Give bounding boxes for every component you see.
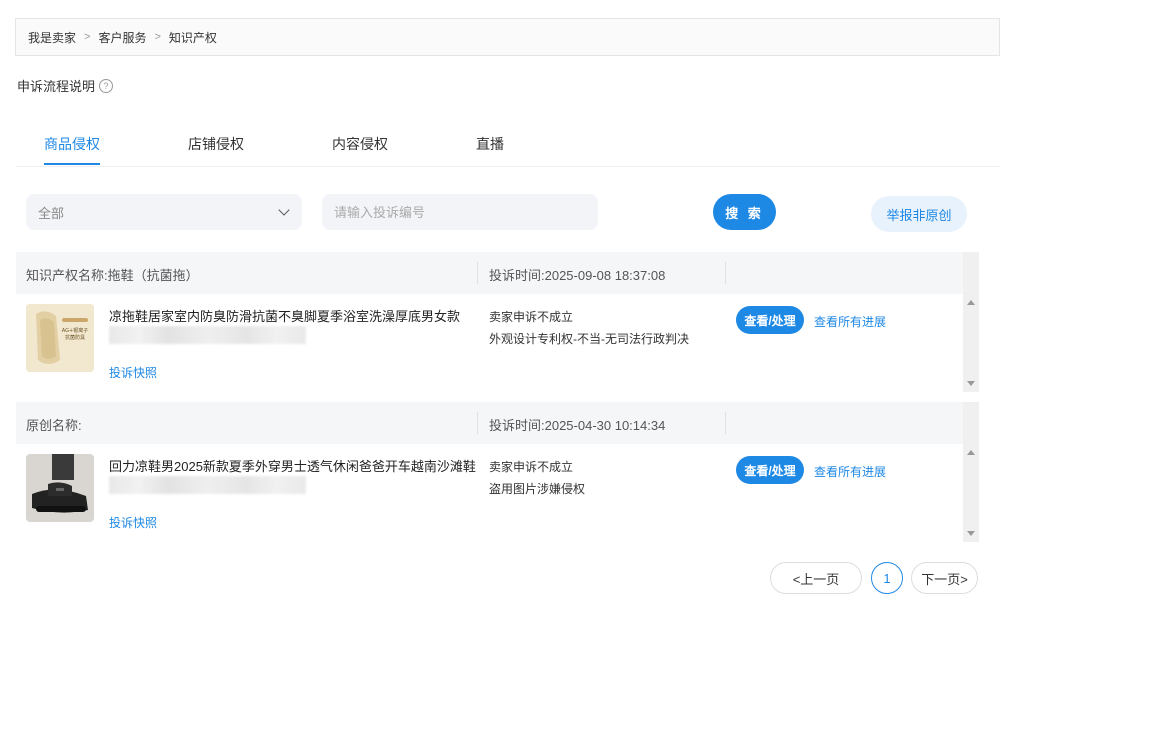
search-button[interactable]: 搜 索 xyxy=(713,194,776,230)
complaint-snapshot-link[interactable]: 投诉快照 xyxy=(109,364,157,381)
blurred-product-info xyxy=(109,476,306,494)
breadcrumb: 我是卖家 > 客户服务 > 知识产权 xyxy=(15,18,1000,56)
complaint-record: 原创名称: 投诉时间:2025-04-30 10:14:34 回力凉鞋男2025… xyxy=(16,402,979,542)
view-handle-button[interactable]: 查看/处理 xyxy=(736,456,804,484)
breadcrumb-item-ip: 知识产权 xyxy=(168,30,217,45)
thumbnail-caption-2: 抗菌防臭 xyxy=(65,334,85,341)
view-all-progress-link[interactable]: 查看所有进展 xyxy=(814,313,886,330)
divider xyxy=(477,262,478,284)
thumbnail-caption-1: AG+银离子 xyxy=(62,327,88,334)
divider xyxy=(725,412,726,434)
view-handle-button[interactable]: 查看/处理 xyxy=(736,306,804,334)
active-tab-indicator xyxy=(44,163,100,165)
record-body: AG+银离子 抗菌防臭 凉拖鞋居家室内防臭防滑抗菌不臭脚夏季浴室洗澡厚底男女款 … xyxy=(16,294,979,392)
status-select[interactable]: 全部 xyxy=(26,194,302,230)
appeal-status: 卖家申诉不成立 xyxy=(489,460,574,474)
product-thumbnail[interactable]: AG+银离子 抗菌防臭 xyxy=(26,304,94,372)
complaint-record: 知识产权名称:拖鞋（抗菌拖） 投诉时间:2025-09-08 18:37:08 … xyxy=(16,252,979,392)
product-title[interactable]: 凉拖鞋居家室内防臭防滑抗菌不臭脚夏季浴室洗澡厚底男女款 xyxy=(109,306,478,325)
blurred-product-info xyxy=(109,326,306,344)
record-header: 知识产权名称:拖鞋（抗菌拖） 投诉时间:2025-09-08 18:37:08 xyxy=(16,252,979,294)
record-body: 回力凉鞋男2025新款夏季外穿男士透气休闲爸爸开车越南沙滩鞋 投诉快照 卖家申诉… xyxy=(16,444,979,542)
scroll-up-arrow-icon[interactable] xyxy=(967,300,975,305)
divider xyxy=(725,262,726,284)
scrollbar-track xyxy=(963,252,979,294)
question-circle-icon[interactable]: ? xyxy=(99,78,114,93)
prev-page-button[interactable]: <上一页 xyxy=(770,562,862,594)
tab-product-infringement[interactable]: 商品侵权 xyxy=(44,134,100,154)
complaint-reason: 外观设计专利权-不当-无司法行政判决 xyxy=(489,332,689,346)
appeal-process-label: 申诉流程说明 xyxy=(17,79,96,94)
breadcrumb-separator: > xyxy=(154,31,161,43)
breadcrumb-separator: > xyxy=(84,31,91,43)
original-name-label: 原创名称: xyxy=(26,418,82,433)
complaint-time-label: 投诉时间:2025-09-08 18:37:08 xyxy=(489,268,666,283)
breadcrumb-item-seller[interactable]: 我是卖家 xyxy=(28,29,76,46)
complaint-snapshot-link[interactable]: 投诉快照 xyxy=(109,514,157,531)
appeal-process-help[interactable]: 申诉流程说明 ? xyxy=(17,76,114,95)
scroll-down-arrow-icon[interactable] xyxy=(967,531,975,536)
product-title[interactable]: 回力凉鞋男2025新款夏季外穿男士透气休闲爸爸开车越南沙滩鞋 xyxy=(109,456,478,475)
complaint-reason: 盗用图片涉嫌侵权 xyxy=(489,482,586,496)
ip-name-label: 知识产权名称:拖鞋（抗菌拖） xyxy=(26,268,199,283)
report-non-original-button[interactable]: 举报非原创 xyxy=(871,196,967,232)
scroll-up-arrow-icon[interactable] xyxy=(967,450,975,455)
record-scrollbar[interactable] xyxy=(963,444,979,542)
appeal-status: 卖家申诉不成立 xyxy=(489,310,574,324)
view-all-progress-link[interactable]: 查看所有进展 xyxy=(814,463,886,480)
tab-live[interactable]: 直播 xyxy=(476,134,504,154)
complaint-time-label: 投诉时间:2025-04-30 10:14:34 xyxy=(489,418,666,433)
record-scrollbar[interactable] xyxy=(963,294,979,392)
next-page-button[interactable]: 下一页> xyxy=(911,562,978,594)
chevron-down-icon xyxy=(278,204,290,216)
scroll-down-arrow-icon[interactable] xyxy=(967,381,975,386)
scrollbar-track xyxy=(963,402,979,444)
record-header: 原创名称: 投诉时间:2025-04-30 10:14:34 xyxy=(16,402,979,444)
divider xyxy=(477,412,478,434)
complaint-number-input[interactable] xyxy=(322,194,598,230)
tab-store-infringement[interactable]: 店铺侵权 xyxy=(188,134,244,154)
breadcrumb-item-customer-service[interactable]: 客户服务 xyxy=(98,29,146,46)
product-thumbnail[interactable] xyxy=(26,454,94,522)
tab-bar: 商品侵权 店铺侵权 内容侵权 直播 xyxy=(16,122,1000,167)
status-select-value: 全部 xyxy=(38,205,65,221)
page-number-current[interactable]: 1 xyxy=(871,562,903,594)
tab-content-infringement[interactable]: 内容侵权 xyxy=(332,134,388,154)
